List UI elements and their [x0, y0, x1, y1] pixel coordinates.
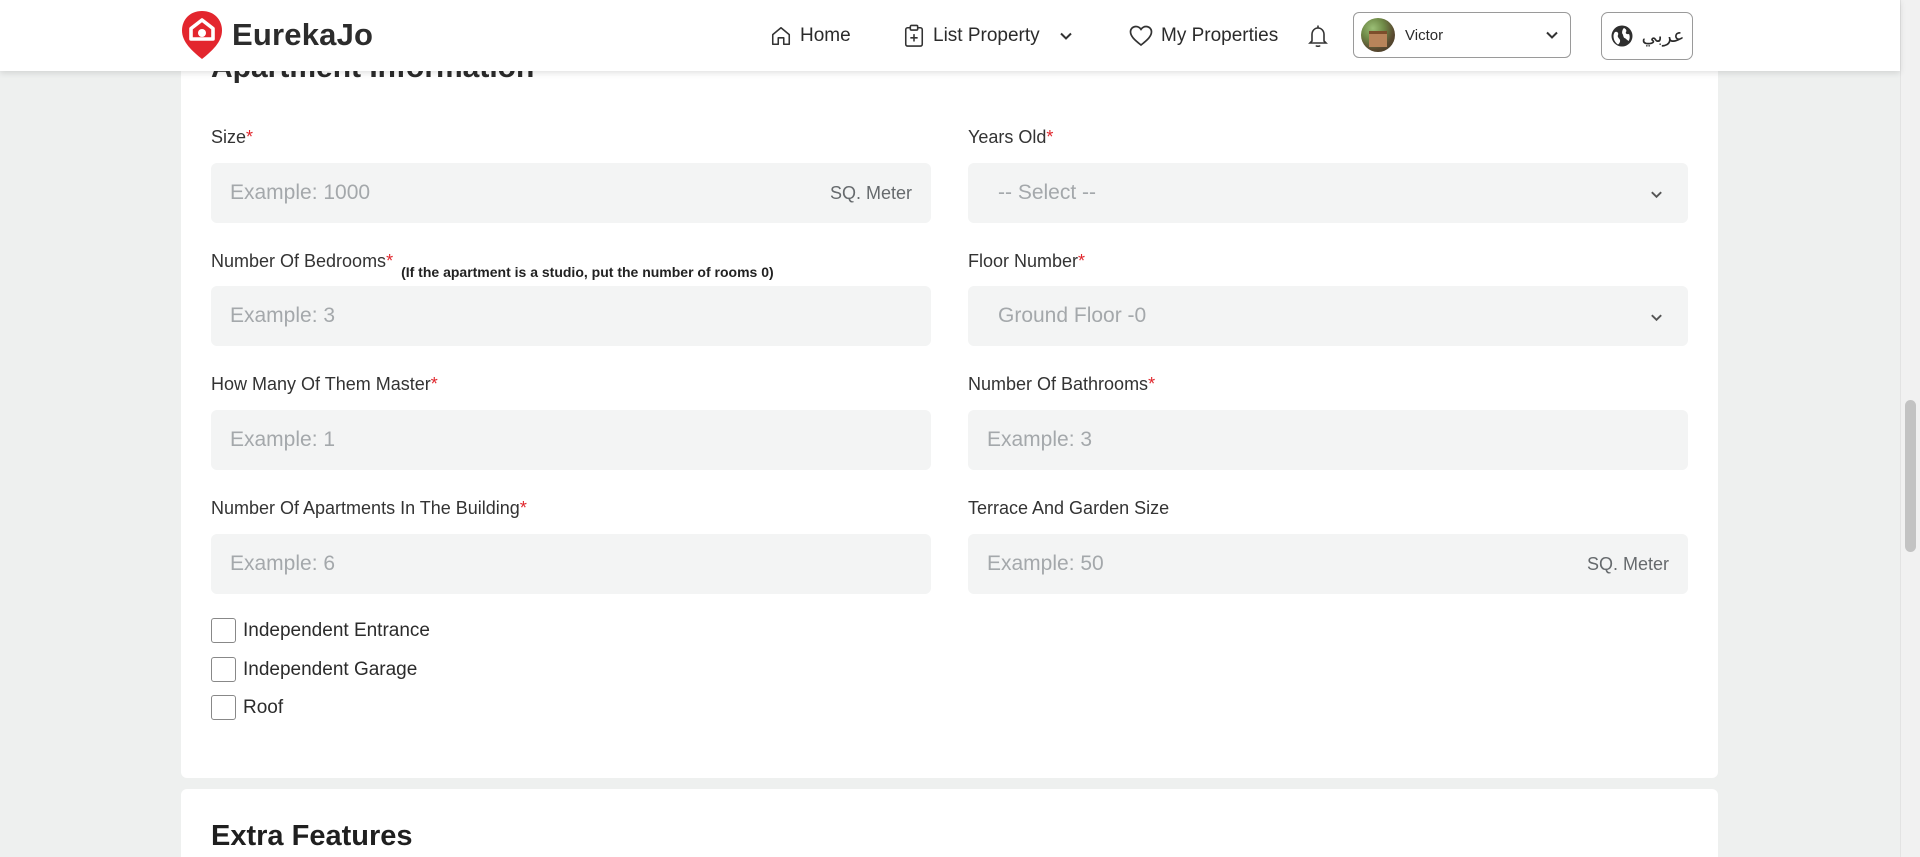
apartment-information-card: Apartment Information Size* Example: 100…	[181, 40, 1718, 778]
user-menu-select[interactable]: Victor	[1353, 12, 1571, 58]
master-label: How Many Of Them Master*	[211, 374, 438, 394]
years-old-selected: -- Select --	[998, 181, 1097, 204]
apartments-label: Number Of Apartments In The Building*	[211, 498, 527, 518]
chevron-down-icon	[1651, 191, 1662, 199]
bedrooms-input[interactable]: Example: 3	[211, 286, 931, 346]
independent-garage-checkbox-row[interactable]: Independent Garage	[211, 657, 417, 682]
bedrooms-hint: (If the apartment is a studio, put the n…	[401, 264, 774, 280]
bedrooms-placeholder: Example: 3	[230, 304, 336, 327]
bell-icon	[1308, 25, 1328, 47]
avatar	[1361, 18, 1395, 52]
extra-features-card: Extra Features	[181, 789, 1718, 857]
chevron-down-icon	[1546, 31, 1558, 39]
nav-home[interactable]: Home	[770, 0, 851, 71]
nav-list-property[interactable]: List Property	[903, 0, 1074, 71]
heart-icon	[1129, 25, 1153, 46]
independent-entrance-checkbox[interactable]	[211, 618, 236, 643]
size-placeholder: Example: 1000	[230, 181, 371, 204]
nav-my-properties-label: My Properties	[1161, 24, 1279, 46]
clipboard-add-icon	[904, 24, 924, 47]
nav-my-properties[interactable]: My Properties	[1129, 0, 1278, 71]
bedrooms-label: Number Of Bedrooms*(If the apartment is …	[211, 251, 774, 280]
scrollbar-thumb[interactable]	[1905, 400, 1916, 552]
user-name: Victor	[1405, 26, 1444, 44]
apartments-input[interactable]: Example: 6	[211, 534, 931, 594]
roof-checkbox-row[interactable]: Roof	[211, 695, 283, 720]
chevron-down-icon	[1059, 32, 1072, 40]
size-input[interactable]: Example: 1000 SQ. Meter	[211, 163, 931, 223]
language-label: عربي	[1641, 25, 1685, 47]
nav-list-property-label: List Property	[933, 24, 1040, 46]
roof-checkbox[interactable]	[211, 695, 236, 720]
independent-entrance-label: Independent Entrance	[243, 619, 430, 641]
nav-home-label: Home	[800, 24, 851, 46]
language-toggle-button[interactable]: عربي	[1601, 12, 1693, 60]
chevron-down-icon	[1651, 314, 1662, 322]
independent-garage-label: Independent Garage	[243, 658, 418, 680]
bathrooms-label: Number Of Bathrooms*	[968, 374, 1156, 394]
size-unit: SQ. Meter	[829, 182, 912, 203]
floor-number-selected: Ground Floor -0	[998, 304, 1147, 327]
terrace-placeholder: Example: 50	[987, 552, 1104, 575]
bathrooms-input[interactable]: Example: 3	[968, 410, 1688, 470]
independent-garage-checkbox[interactable]	[211, 657, 236, 682]
home-icon	[771, 26, 791, 45]
extra-features-title: Extra Features	[211, 820, 413, 852]
brand-name: EurekaJo	[232, 17, 374, 52]
years-old-select[interactable]: -- Select --	[968, 163, 1688, 223]
master-input[interactable]: Example: 1	[211, 410, 931, 470]
size-label: Size*	[211, 127, 254, 147]
bathrooms-placeholder: Example: 3	[987, 428, 1093, 451]
terrace-unit: SQ. Meter	[1586, 553, 1669, 574]
roof-label: Roof	[243, 696, 284, 718]
apartments-placeholder: Example: 6	[230, 552, 336, 575]
independent-entrance-checkbox-row[interactable]: Independent Entrance	[211, 618, 430, 643]
logo[interactable]: EurekaJo	[180, 9, 373, 61]
floor-number-label: Floor Number*	[968, 251, 1086, 271]
top-navbar: EurekaJo Home List Property My Propertie…	[0, 0, 1900, 71]
terrace-label: Terrace And Garden Size	[968, 498, 1170, 518]
years-old-label: Years Old*	[968, 127, 1054, 147]
brand-logo-icon	[182, 11, 222, 59]
globe-icon	[1611, 25, 1633, 47]
notifications-button[interactable]	[1307, 0, 1329, 71]
floor-number-select[interactable]: Ground Floor -0	[968, 286, 1688, 346]
page-scrollbar[interactable]	[1900, 0, 1920, 857]
terrace-input[interactable]: Example: 50 SQ. Meter	[968, 534, 1688, 594]
master-placeholder: Example: 1	[230, 428, 336, 451]
